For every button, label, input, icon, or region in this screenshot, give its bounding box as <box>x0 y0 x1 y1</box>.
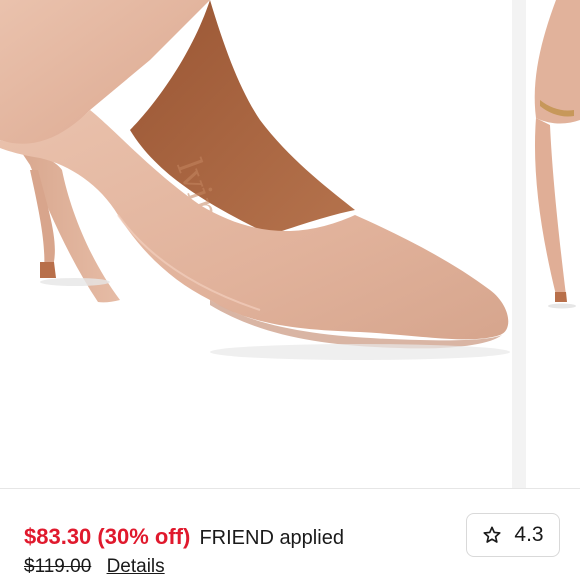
rating-value: 4.3 <box>514 523 544 546</box>
price-row: $83.30 (30% off) FRIEND applied <box>24 523 344 552</box>
product-image-next[interactable] <box>526 0 580 488</box>
product-image-main[interactable]: lvin <box>0 0 512 488</box>
shoe-illustration: lvin <box>0 0 510 360</box>
shoe-partial-illustration <box>534 0 580 309</box>
details-link[interactable]: Details <box>107 556 165 577</box>
promo-applied-text: FRIEND applied <box>199 527 344 549</box>
image-carousel[interactable]: lvin <box>0 0 580 488</box>
product-listing-screen: lvin $83.30 (30% off) FRIEND applied $11… <box>0 0 580 580</box>
rating-button[interactable]: 4.3 <box>466 513 560 557</box>
star-outline-icon <box>482 525 502 545</box>
original-price: $119.00 <box>24 556 92 577</box>
carousel-divider <box>512 0 526 488</box>
price-info-panel: $83.30 (30% off) FRIEND applied $119.00 … <box>0 488 580 580</box>
original-price-row: $119.00 Details <box>24 555 165 579</box>
discount-label: (30% off) <box>97 524 191 549</box>
sale-price: $83.30 <box>24 524 92 549</box>
